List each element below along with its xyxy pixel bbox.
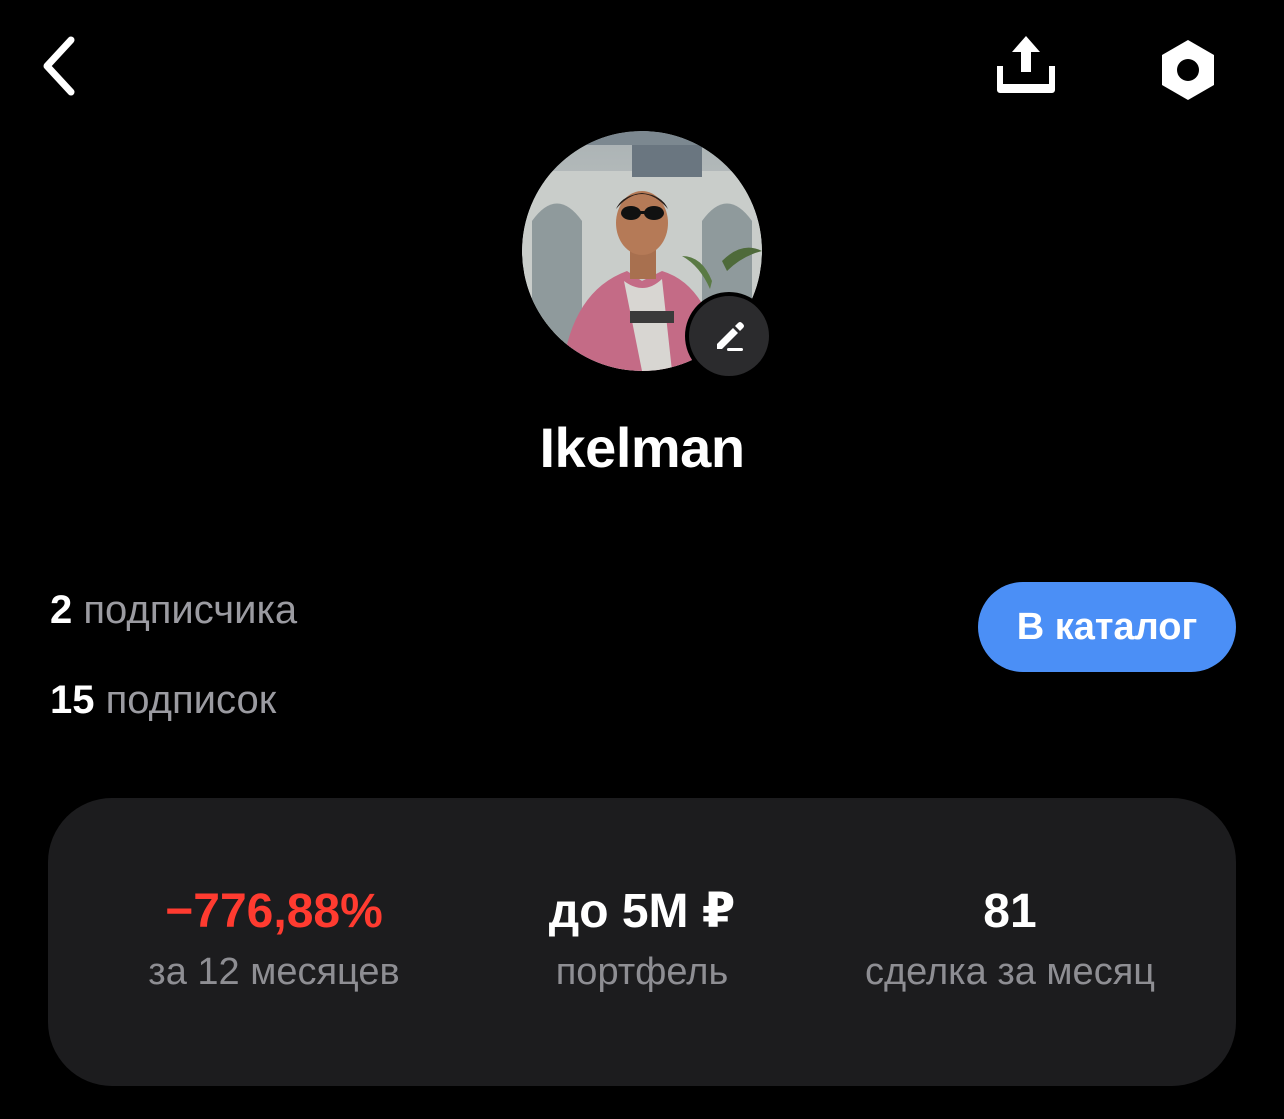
following-link[interactable]: 15 подписок <box>50 675 276 725</box>
hexagon-settings-icon <box>1162 40 1214 100</box>
metric-return: −776,88% за 12 месяцев <box>64 882 484 996</box>
back-button[interactable] <box>24 26 94 106</box>
avatar-container <box>522 131 773 380</box>
following-label: подписок <box>105 678 277 722</box>
share-button[interactable] <box>984 26 1068 102</box>
followers-count: 2 <box>50 588 73 632</box>
metric-trades: 81 сделка за месяц <box>800 882 1220 996</box>
pencil-icon <box>717 322 744 351</box>
metric-portfolio: до 5M ₽ портфель <box>432 882 852 996</box>
metric-label: портфель <box>555 951 729 993</box>
metric-label: за 12 месяцев <box>148 951 400 993</box>
metric-value: 81 <box>983 885 1037 938</box>
followers-link[interactable]: 2 подписчика <box>50 585 297 635</box>
settings-button[interactable] <box>1148 30 1228 110</box>
chevron-left-icon <box>43 36 75 96</box>
metric-value: до 5M ₽ <box>548 885 736 938</box>
metric-label: сделка за месяц <box>864 951 1156 993</box>
share-upload-icon <box>997 36 1055 93</box>
username: Ikelman <box>539 416 745 479</box>
edit-avatar-button[interactable] <box>685 292 773 380</box>
stats-card: −776,88% за 12 месяцев до 5M ₽ портфель … <box>48 798 1236 1086</box>
following-count: 15 <box>50 678 95 722</box>
followers-label: подписчика <box>83 588 298 632</box>
catalog-button[interactable]: В каталог <box>978 582 1236 672</box>
metric-value: −776,88% <box>165 885 383 938</box>
